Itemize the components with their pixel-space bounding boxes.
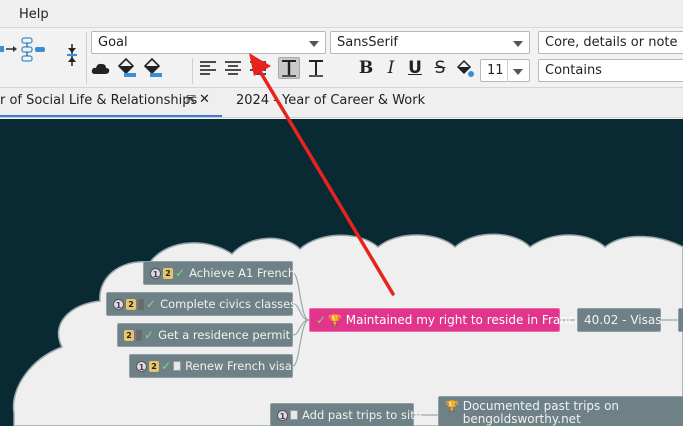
annotation-arrow: [249, 53, 395, 296]
